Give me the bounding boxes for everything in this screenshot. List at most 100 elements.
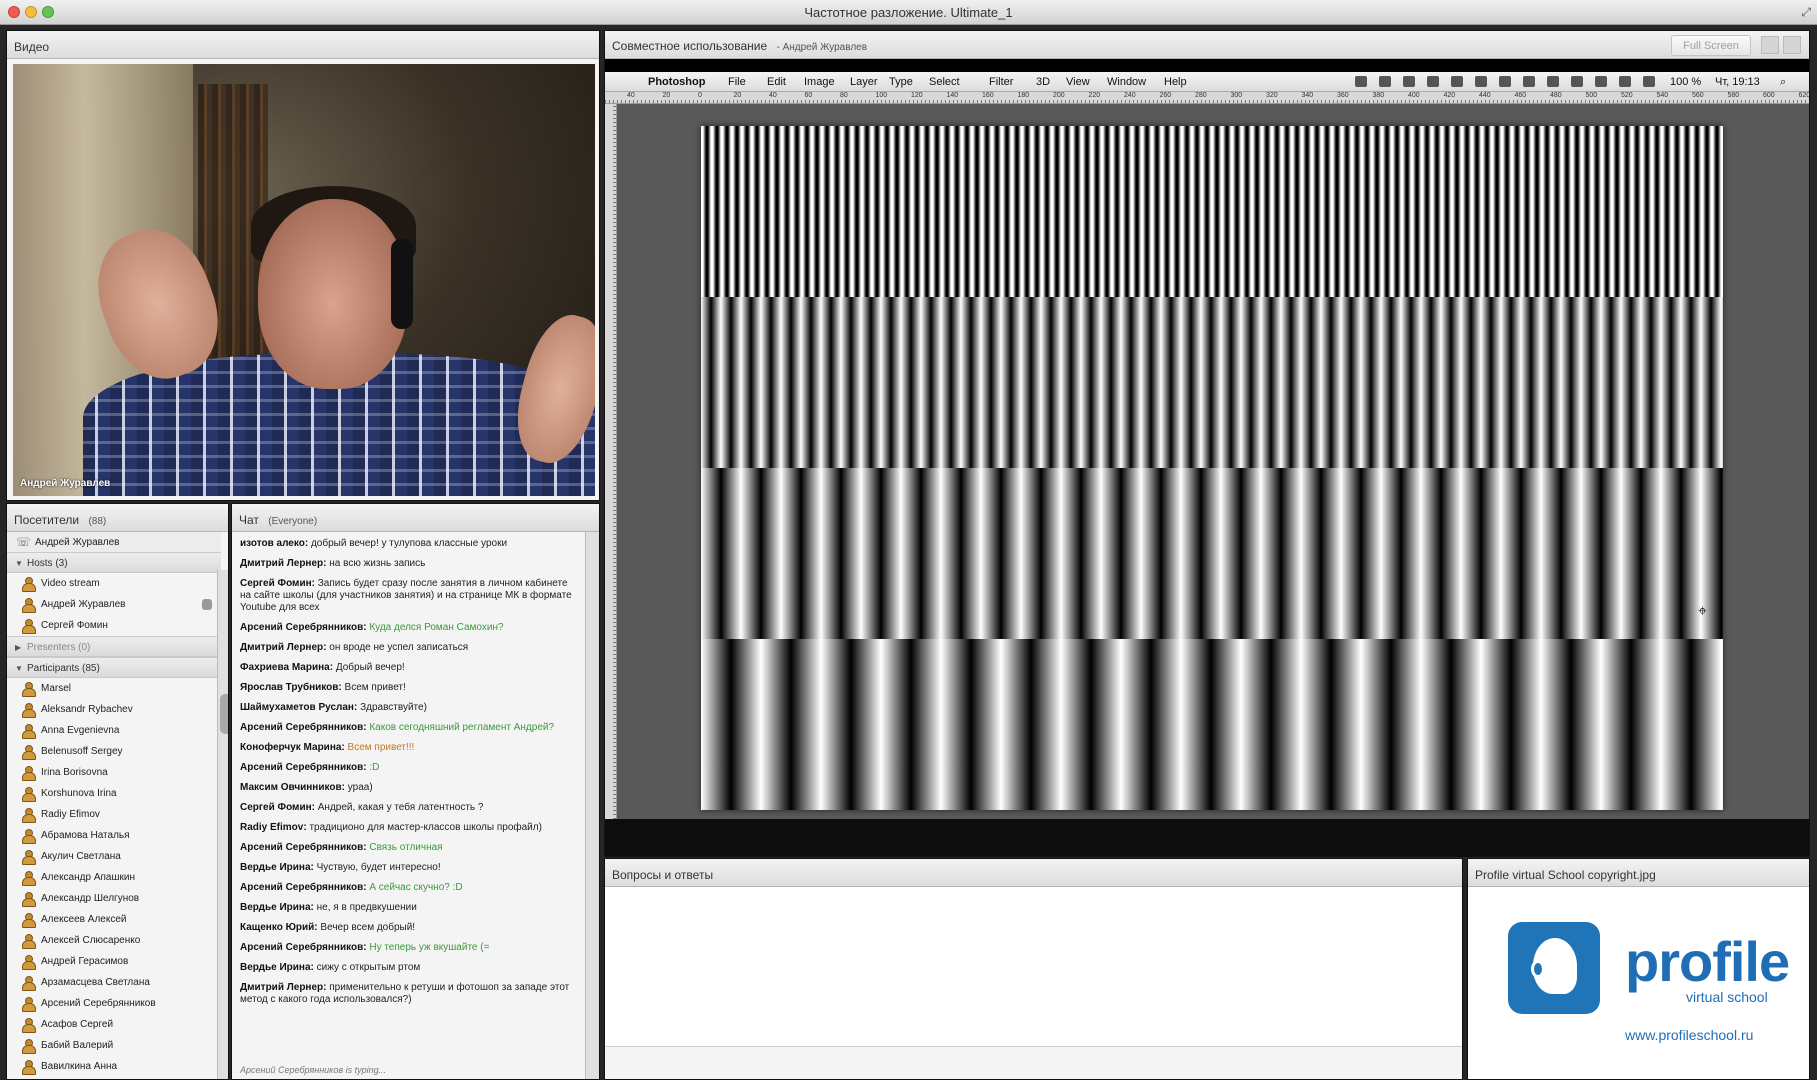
current-user-row[interactable]: ☏ Андрей Журавлев (7, 532, 221, 552)
menubar-status-icon[interactable] (1403, 76, 1415, 87)
participant-row[interactable]: Андрей Герасимов (7, 951, 221, 972)
participant-row[interactable]: Асафов Сергей (7, 1014, 221, 1035)
webcam-video[interactable] (13, 64, 595, 496)
menu-file[interactable]: File (728, 76, 746, 88)
attendee-name: Акулич Светлана (41, 851, 121, 862)
host-row[interactable]: Сергей Фомин (7, 615, 221, 636)
chat-message: Фахриева Марина: Добрый вечер! (240, 662, 577, 674)
chat-scope[interactable]: (Everyone) (268, 516, 317, 527)
participant-row[interactable]: Александр Апашкин (7, 867, 221, 888)
horizontal-ruler: 40 20 0 20 40 60 80 100 120 140 160 180 200 220 240 260… (605, 92, 1809, 104)
chat-scrollbar[interactable] (585, 532, 599, 1079)
host-row[interactable]: Андрей Журавлев (7, 594, 221, 615)
view-fit-icon[interactable] (1783, 36, 1801, 54)
spotlight-search-icon[interactable]: ⌕ (1780, 76, 1786, 89)
ruler-mark: 620 (1798, 92, 1810, 99)
expand-right-icon[interactable]: ▶ (15, 643, 21, 652)
menu-3d[interactable]: 3D (1036, 76, 1050, 88)
host-row[interactable]: Video stream (7, 573, 221, 594)
attendee-name: Бабий Валерий (41, 1040, 114, 1051)
document-canvas[interactable] (701, 126, 1723, 810)
microphone-icon[interactable] (202, 599, 212, 610)
menu-image[interactable]: Image (804, 76, 835, 88)
chat-sender: Шаймухаметов Руслан: (240, 702, 358, 713)
chat-sender: Дмитрий Лернер: (240, 982, 327, 993)
logo-url: www.profileschool.ru (1625, 1027, 1754, 1043)
menubar-status-icon[interactable] (1643, 76, 1655, 87)
menu-type[interactable]: Type (889, 76, 913, 88)
participant-row[interactable]: Арзамасцева Светлана (7, 972, 221, 993)
menubar-status-icon[interactable] (1451, 76, 1463, 87)
attendee-scrollbar[interactable] (217, 570, 228, 1079)
menubar-status-icon[interactable] (1571, 76, 1583, 87)
chat-sender: Ярослав Трубников: (240, 682, 342, 693)
participant-row[interactable]: Алексеев Алексей (7, 909, 221, 930)
attendee-scrollbar-thumb[interactable] (220, 694, 228, 734)
chat-typing-indicator: Арсений Серебрянников is typing... (240, 1065, 387, 1075)
menubar-status-icon[interactable] (1547, 76, 1559, 87)
expand-down-icon[interactable]: ▼ (15, 559, 23, 568)
chat-text: Всем привет! (344, 682, 406, 693)
ruler-mark: 300 (1230, 92, 1243, 99)
menu-view[interactable]: View (1066, 76, 1090, 88)
menu-layer[interactable]: Layer (850, 76, 878, 88)
participant-row[interactable]: Irina Borisovna (7, 762, 221, 783)
menubar-status-icon[interactable] (1619, 76, 1631, 87)
participant-row[interactable]: Anna Evgenievna (7, 720, 221, 741)
menubar-status-icon[interactable] (1523, 76, 1535, 87)
menu-photoshop[interactable]: Photoshop (648, 76, 705, 88)
participant-row[interactable]: Aleksandr Rybachev (7, 699, 221, 720)
ruler-mark: 80 (840, 92, 848, 99)
chat-message: Дмитрий Лернер: он вроде не успел записа… (240, 642, 577, 654)
participant-row[interactable]: Абрамова Наталья (7, 825, 221, 846)
participant-row[interactable]: Radiy Efimov (7, 804, 221, 825)
menu-help[interactable]: Help (1164, 76, 1187, 88)
participant-row[interactable]: Акулич Светлана (7, 846, 221, 867)
menu-edit[interactable]: Edit (767, 76, 786, 88)
expand-down-icon[interactable]: ▼ (15, 664, 23, 673)
hosts-group[interactable]: ▼ Hosts (3) (7, 552, 221, 573)
chat-pod: Чат (Everyone) изотов алеко: добрый вече… (231, 503, 600, 1080)
qa-pod: Вопросы и ответы (604, 858, 1463, 1080)
participant-row[interactable]: Вавилкина Анна (7, 1056, 221, 1077)
menubar-status-icon[interactable] (1427, 76, 1439, 87)
menu-select[interactable]: Select (929, 76, 960, 88)
logo-wordmark: profile (1625, 930, 1790, 993)
current-user-name: Андрей Журавлев (35, 537, 120, 548)
ruler-mark: 400 (1408, 92, 1420, 99)
ruler-mark: 500 (1585, 92, 1598, 99)
ruler-mark: 20 (662, 92, 671, 99)
participant-row[interactable]: Арсений Серебрянников (7, 993, 221, 1014)
school-logo: profile virtual school www.profileschool… (1468, 887, 1809, 1079)
image-pod: Profile virtual School copyright.jpg pro… (1467, 858, 1810, 1080)
menu-filter[interactable]: Filter (989, 76, 1013, 88)
ruler-mark: 380 (1372, 92, 1385, 99)
menubar-status-icon[interactable] (1355, 76, 1367, 87)
attendee-name: Presenters (0) (27, 642, 91, 653)
chat-message: изотов алеко: добрый вечер! у тулупова к… (240, 538, 577, 550)
chat-sender: Арсений Серебрянников: (240, 942, 367, 953)
presenters-group[interactable]: ▶ Presenters (0) (7, 636, 221, 657)
participant-row[interactable]: Korshunova Irina (7, 783, 221, 804)
participant-row[interactable]: Александр Шелгунов (7, 888, 221, 909)
menubar-status-icon[interactable] (1475, 76, 1487, 87)
fullscreen-arrows-icon[interactable]: ⤢ (1801, 5, 1811, 20)
participant-row[interactable]: Алексей Слюсаренко (7, 930, 221, 951)
participant-row[interactable]: Marsel (7, 678, 221, 699)
chat-message: Арсений Серебрянников: Каков сегодняшний… (240, 722, 577, 734)
chat-message: Арсений Серебрянников: А сейчас скучно? … (240, 882, 577, 894)
full-screen-button[interactable]: Full Screen (1671, 35, 1751, 56)
attendee-name: Anna Evgenievna (41, 725, 120, 736)
view-mode-icon[interactable] (1761, 36, 1779, 54)
shared-screen[interactable]: Photoshop File Edit Image Layer Type Select Fil… (605, 72, 1809, 857)
menubar-status-icon[interactable] (1499, 76, 1511, 87)
menu-window[interactable]: Window (1107, 76, 1146, 88)
attendee-person-icon (22, 598, 36, 613)
participant-row[interactable]: Belenusoff Sergey (7, 741, 221, 762)
participants-group[interactable]: ▼ Participants (85) (7, 657, 221, 678)
participant-row[interactable]: Бабий Валерий (7, 1035, 221, 1056)
qa-content[interactable] (605, 887, 1462, 1047)
menubar-status-icon[interactable] (1595, 76, 1607, 87)
frequency-band-high (701, 126, 1723, 297)
menubar-status-icon[interactable] (1379, 76, 1391, 87)
